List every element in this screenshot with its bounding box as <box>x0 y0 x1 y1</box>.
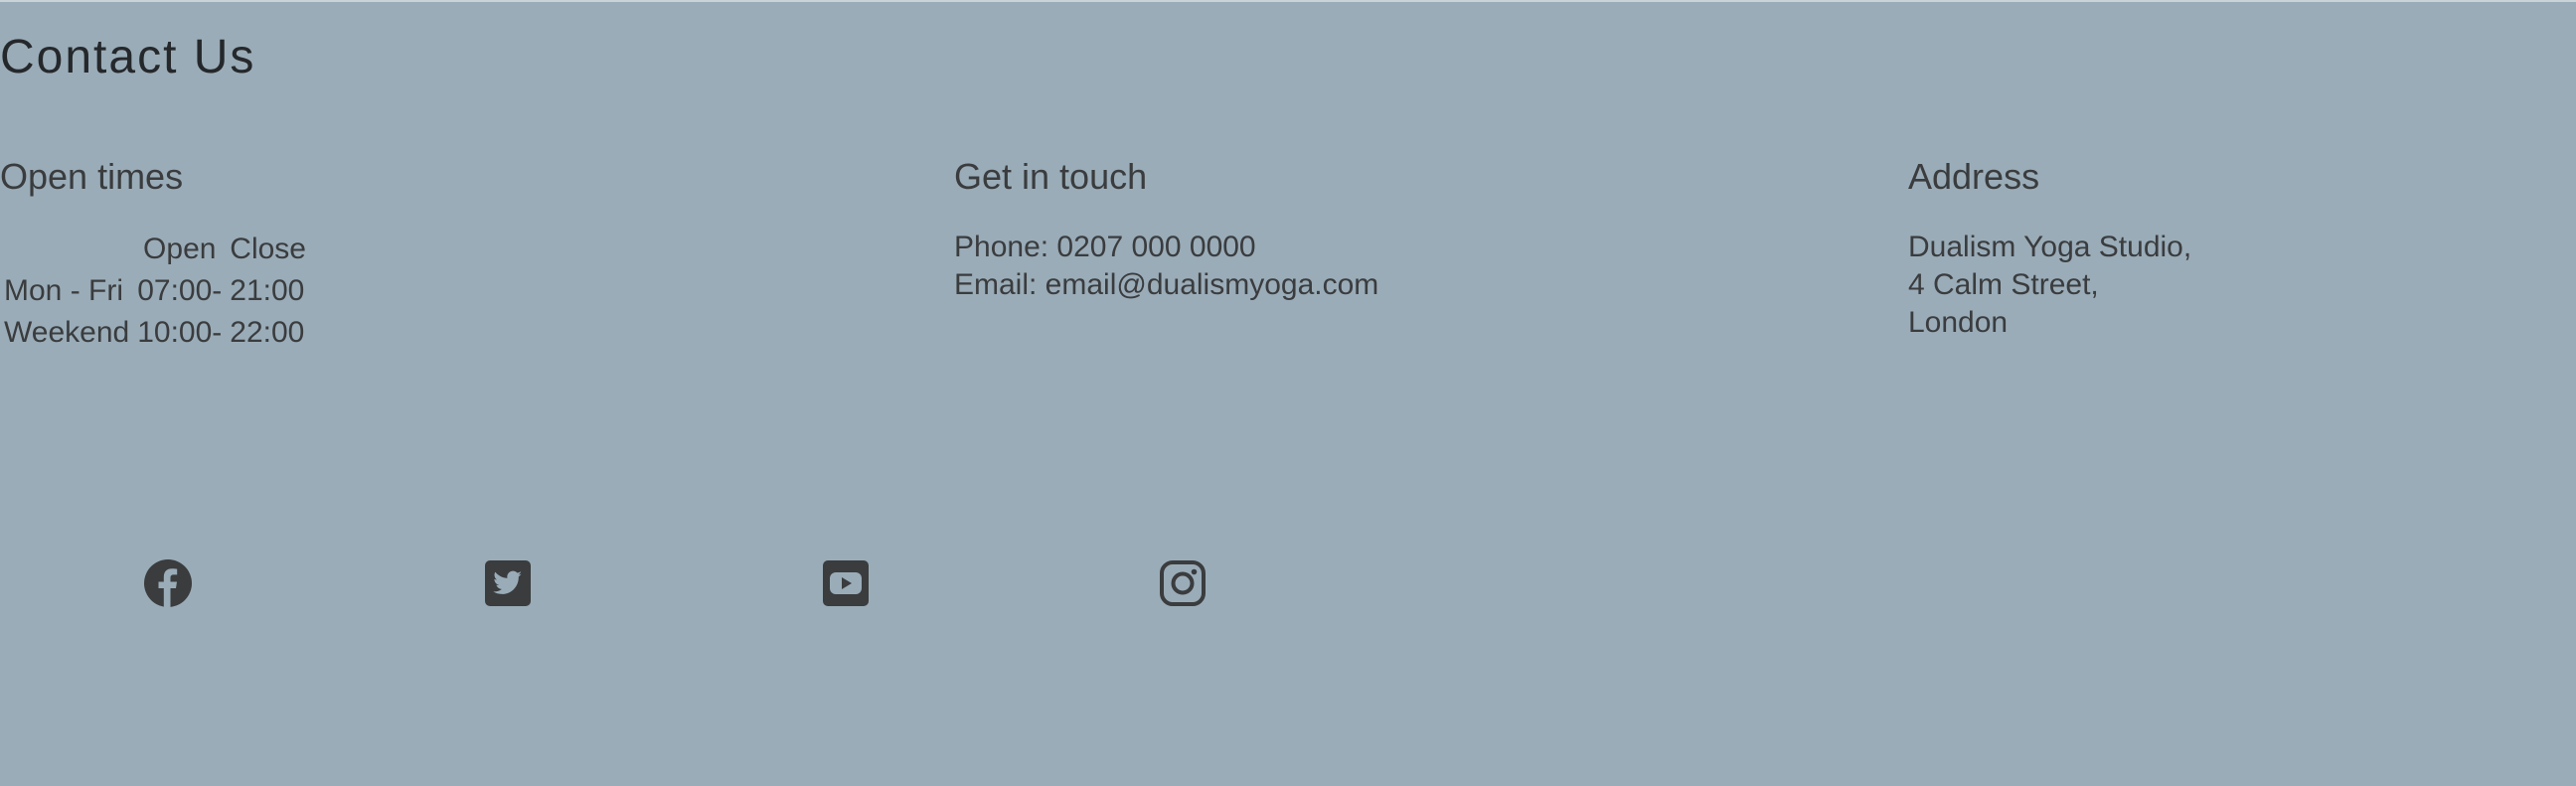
hours-day: Mon - Fri <box>4 274 123 307</box>
address-line: Dualism Yoga Studio, <box>1908 231 2192 263</box>
hours-day: Weekend <box>4 316 130 349</box>
hours-header-day <box>0 229 133 270</box>
hours-header-open: Open <box>143 233 217 265</box>
address-line: 4 Calm Street, <box>1908 268 2099 301</box>
hours-open: 10:00- <box>137 316 223 349</box>
address-heading: Address <box>1908 156 2040 197</box>
open-times-section: Open times Open Close Mon - Fri 07:00- 2… <box>0 159 310 354</box>
address-line: London <box>1908 306 2009 339</box>
instagram-link[interactable] <box>1158 558 1208 608</box>
address-section: Address Dualism Yoga Studio, 4 Calm Stre… <box>1908 159 2191 342</box>
email-text: Email: email@dualismyoga.com <box>954 268 1379 301</box>
twitter-icon <box>483 558 533 608</box>
hours-close: 21:00 <box>230 274 305 307</box>
youtube-link[interactable] <box>821 558 871 608</box>
table-row: Mon - Fri 07:00- 21:00 <box>0 270 310 312</box>
facebook-link[interactable] <box>143 558 193 608</box>
phone-text: Phone: 0207 000 0000 <box>954 231 1256 263</box>
hours-header-close: Close <box>230 233 306 265</box>
hours-open: 07:00- <box>137 274 223 307</box>
hours-header-row: Open Close <box>0 229 310 270</box>
youtube-icon <box>821 558 871 608</box>
top-divider <box>0 0 2576 2</box>
instagram-icon <box>1158 558 1208 608</box>
page-title: Contact Us <box>0 31 256 83</box>
get-in-touch-heading: Get in touch <box>954 156 1148 197</box>
hours-close: 22:00 <box>230 316 305 349</box>
twitter-link[interactable] <box>483 558 533 608</box>
facebook-icon <box>143 558 193 608</box>
hours-table: Open Close Mon - Fri 07:00- 21:00 Weeken… <box>0 229 310 354</box>
open-times-heading: Open times <box>0 156 184 197</box>
get-in-touch-section: Get in touch Phone: 0207 000 0000 Email:… <box>954 159 1378 304</box>
table-row: Weekend 10:00- 22:00 <box>0 312 310 354</box>
